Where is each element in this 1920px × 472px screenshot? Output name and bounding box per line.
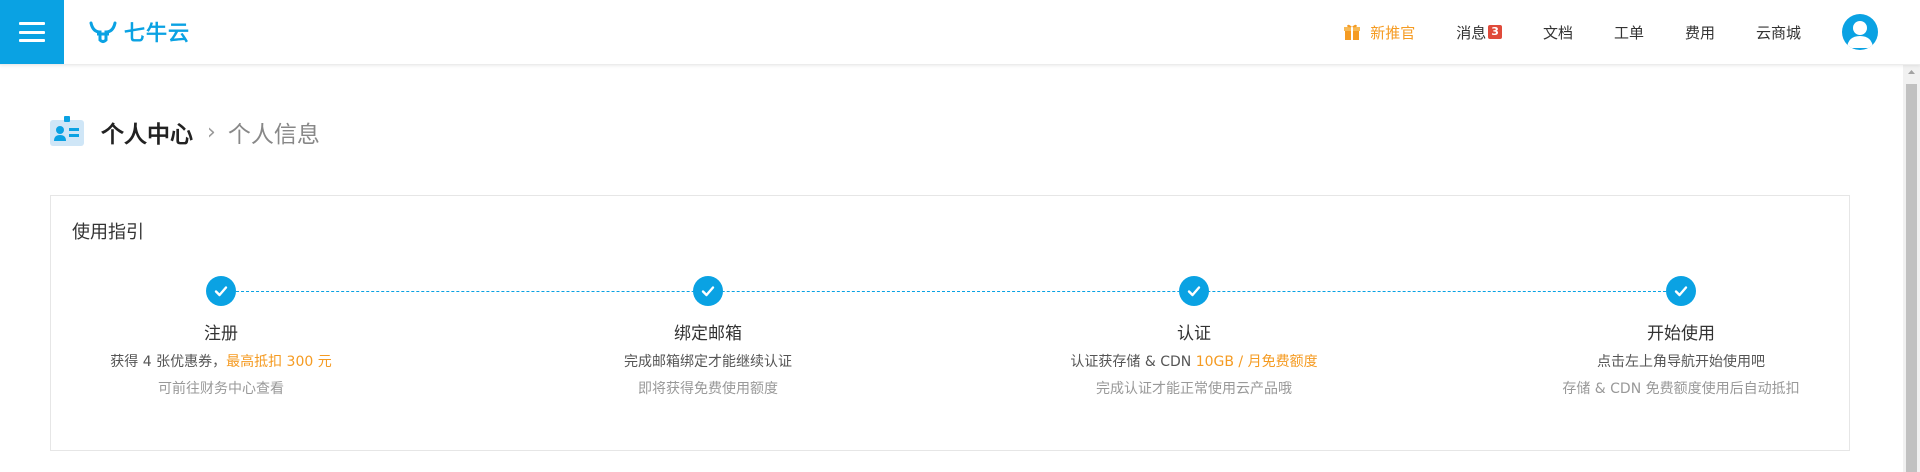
step-description-text: 点击左上角导航开始使用吧 [1597, 354, 1765, 370]
scroll-up-arrow-icon[interactable] [1903, 64, 1920, 81]
usage-guide-card: 使用指引 注册 获得 4 张优惠券，最高抵扣 300 元 可前往财务中心查看 绑… [50, 195, 1850, 451]
step-description: 完成邮箱绑定才能继续认证 [488, 352, 928, 372]
step-subtext: 完成认证才能正常使用云产品哦 [1096, 381, 1292, 397]
guide-title: 使用指引 [72, 222, 144, 243]
scrollbar-thumb[interactable] [1906, 84, 1917, 472]
step-description-text: 获得 4 张优惠券， [110, 354, 227, 370]
page-title: 个人信息 [227, 122, 320, 148]
top-nav: 新推官 消息 3 文档 工单 费用 云商城 [1343, 0, 1920, 64]
qiniu-logo-icon [89, 21, 117, 43]
nav-market[interactable]: 云商城 [1756, 22, 1801, 43]
guide-step: 注册 获得 4 张优惠券，最高抵扣 300 元 可前往财务中心查看 [1, 276, 441, 399]
step-complete-check [206, 276, 236, 306]
user-avatar-icon [1847, 21, 1873, 48]
user-avatar[interactable] [1842, 14, 1878, 50]
step-title: 注册 [204, 324, 238, 344]
guide-step: 绑定邮箱 完成邮箱绑定才能继续认证 即将获得免费使用额度 [488, 276, 928, 399]
gift-icon [1344, 24, 1361, 40]
nav-billing-label: 费用 [1684, 23, 1715, 42]
check-icon [214, 286, 228, 297]
step-title: 绑定邮箱 [674, 324, 742, 344]
guide-step: 开始使用 点击左上角导航开始使用吧 存储 & CDN 免费额度使用后自动抵扣 [1461, 276, 1901, 399]
step-description: 点击左上角导航开始使用吧 [1461, 352, 1901, 372]
top-header: 七牛云 新推官 消息 3 文档 工单 费用 云商城 [0, 0, 1920, 65]
nav-docs-label: 文档 [1542, 23, 1573, 42]
step-description: 认证获存储 & CDN 10GB / 月免费额度 [974, 352, 1414, 372]
nav-docs[interactable]: 文档 [1543, 22, 1573, 43]
step-description-highlight: 10GB / 月免费额度 [1195, 354, 1318, 370]
messages-count-badge: 3 [1488, 25, 1502, 39]
nav-market-label: 云商城 [1755, 23, 1801, 42]
nav-tickets-label: 工单 [1613, 23, 1644, 42]
step-complete-check [1666, 276, 1696, 306]
step-title: 开始使用 [1647, 324, 1715, 344]
guide-step: 认证 认证获存储 & CDN 10GB / 月免费额度 完成认证才能正常使用云产… [974, 276, 1414, 399]
breadcrumb: 个人中心 › 个人信息 [49, 114, 320, 150]
nav-messages[interactable]: 消息 3 [1456, 22, 1502, 43]
nav-new-promo[interactable]: 新推官 [1343, 22, 1415, 43]
check-icon [1674, 286, 1688, 297]
nav-new-promo-label: 新推官 [1370, 23, 1416, 42]
check-icon [1187, 286, 1201, 297]
step-description-text: 认证获存储 & CDN [1070, 354, 1196, 370]
breadcrumb-separator: › [207, 119, 216, 145]
step-title: 认证 [1177, 324, 1211, 344]
step-complete-check [693, 276, 723, 306]
menu-button[interactable] [0, 0, 64, 64]
step-description-text: 完成邮箱绑定才能继续认证 [624, 354, 792, 370]
nav-messages-label: 消息 [1456, 23, 1487, 42]
hamburger-icon [19, 22, 45, 42]
step-description-highlight: 最高抵扣 300 元 [226, 354, 332, 370]
logo[interactable]: 七牛云 [88, 16, 190, 48]
check-icon [701, 286, 715, 297]
nav-tickets[interactable]: 工单 [1614, 22, 1644, 43]
step-complete-check [1179, 276, 1209, 306]
step-subtext: 存储 & CDN 免费额度使用后自动抵扣 [1562, 381, 1800, 397]
step-description: 获得 4 张优惠券，最高抵扣 300 元 [1, 352, 441, 372]
step-subtext: 即将获得免费使用额度 [638, 381, 778, 397]
breadcrumb-root[interactable]: 个人中心 [101, 115, 193, 149]
step-subtext: 可前往财务中心查看 [158, 381, 284, 397]
id-card-icon [50, 116, 84, 146]
logo-text: 七牛云 [124, 21, 190, 45]
nav-billing[interactable]: 费用 [1685, 22, 1715, 43]
